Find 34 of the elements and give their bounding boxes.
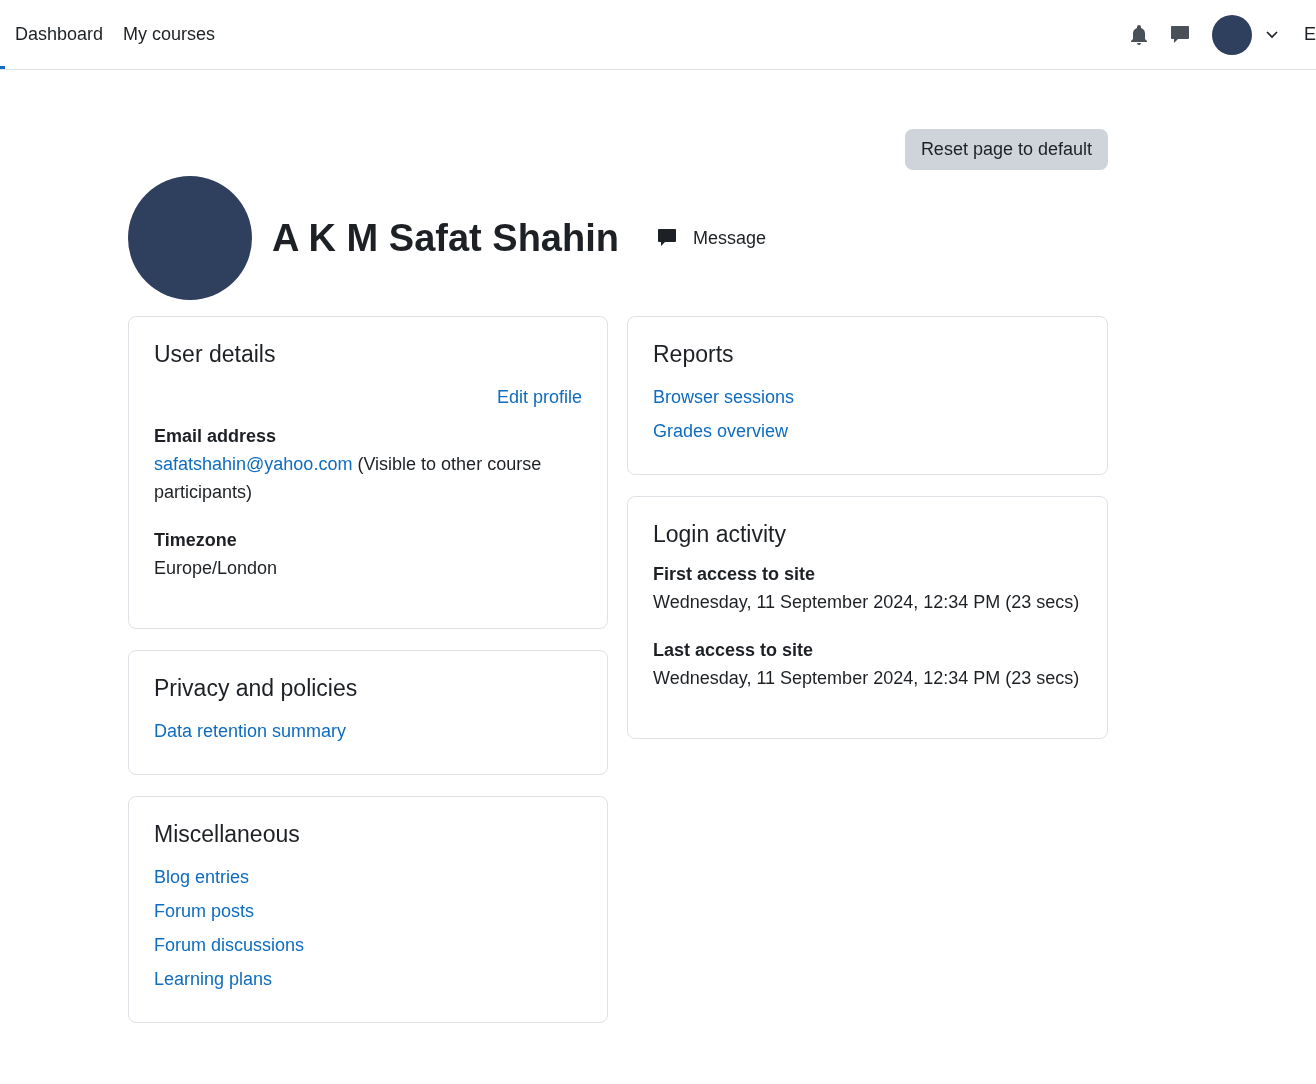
field-label: First access to site — [653, 563, 817, 586]
card-title: User details — [154, 341, 277, 368]
reset-page-button[interactable]: Reset page to default — [904, 129, 1108, 170]
notification-bell-icon[interactable] — [1130, 24, 1148, 45]
card-title: Miscellaneous — [154, 821, 301, 848]
chevron-down-icon[interactable] — [1266, 30, 1278, 39]
card-link[interactable]: Blog entries — [154, 860, 250, 894]
card-title: Login activity — [653, 521, 787, 548]
card-link[interactable]: Browser sessions — [653, 380, 795, 414]
menu-text[interactable]: E — [1304, 24, 1316, 45]
email-link[interactable]: safatshahin@yahoo.com — [154, 454, 353, 474]
card-link[interactable]: Learning plans — [154, 962, 273, 996]
card-title: Privacy and policies — [154, 675, 359, 702]
field-value: Europe/London — [154, 557, 279, 580]
message-button[interactable]: Message — [656, 227, 766, 249]
message-bubble-icon — [656, 228, 677, 248]
field-value: Wednesday, 11 September 2024, 12:34 PM (23 secs) — [653, 591, 1081, 614]
card-link[interactable]: Forum posts — [154, 894, 255, 928]
card-link[interactable]: Grades overview — [653, 414, 789, 448]
message-bubble-icon[interactable] — [1170, 24, 1190, 45]
nav-link[interactable]: My courses — [113, 24, 226, 45]
field-value: Wednesday, 11 September 2024, 12:34 PM (23 secs) — [653, 667, 1081, 690]
field-label: Last access to site — [653, 639, 815, 662]
field-label: Timezone — [154, 529, 238, 552]
nav-link[interactable]: Dashboard — [5, 24, 114, 45]
card-title: Reports — [653, 341, 735, 368]
card-link[interactable]: Forum discussions — [154, 928, 305, 962]
card-link[interactable]: Data retention summary — [154, 714, 347, 748]
field-label: Email address — [154, 425, 278, 448]
user-avatar[interactable] — [1212, 14, 1252, 55]
active-indicator — [0, 66, 5, 69]
field-value: safatshahin@yahoo.com (Visible to other course participants) — [154, 453, 543, 504]
edit-profile-link[interactable]: Edit profile — [496, 380, 582, 414]
profile-name: A K M Safat Shahin — [272, 216, 619, 260]
